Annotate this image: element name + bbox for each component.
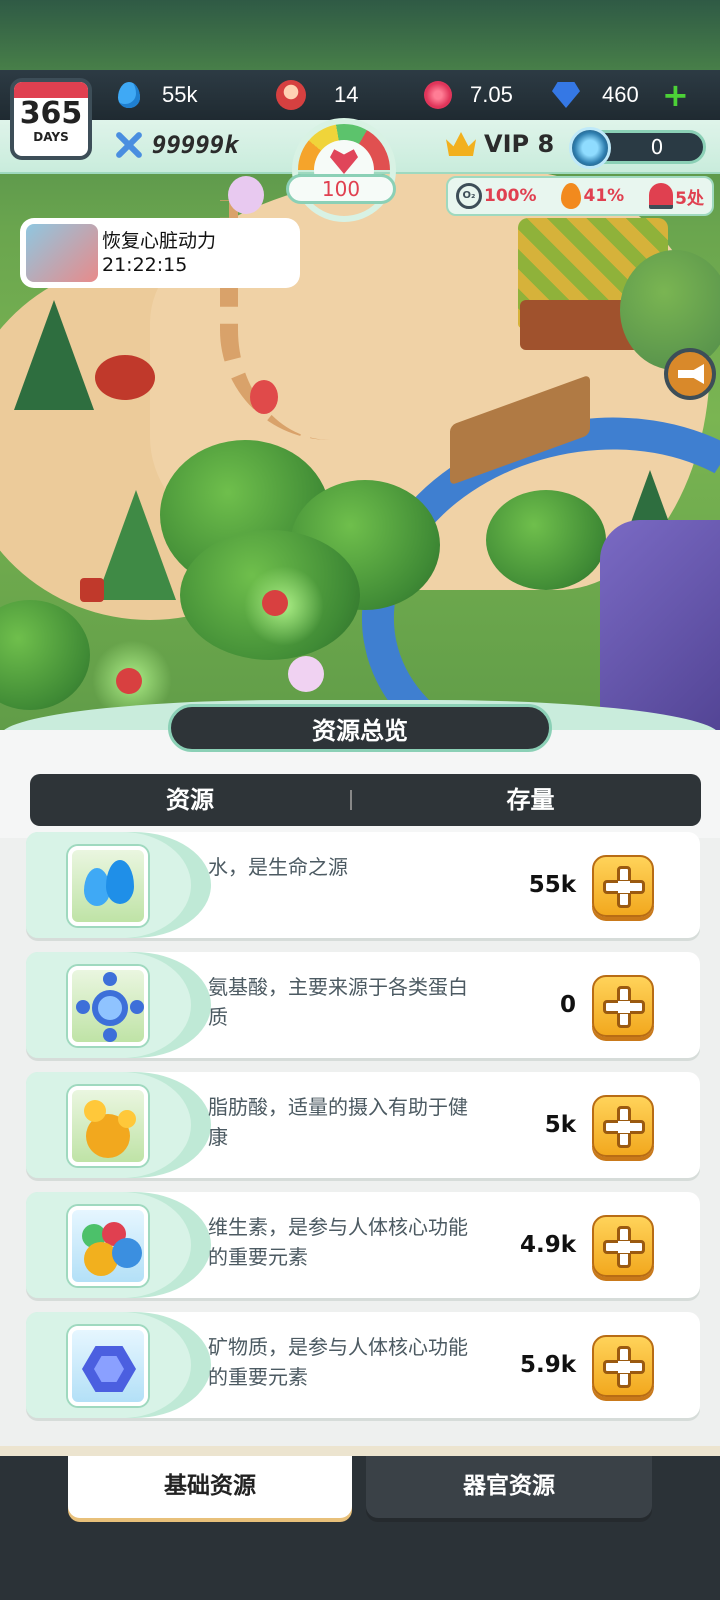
mineral-icon bbox=[68, 1326, 148, 1406]
timer-value: 0 bbox=[650, 135, 664, 159]
add-fatty-acid-button[interactable] bbox=[592, 1095, 654, 1157]
resource-description: 脂肪酸，适量的摄入有助于健康 bbox=[208, 1095, 468, 1149]
watch-tower[interactable] bbox=[116, 668, 142, 694]
hero-counter[interactable]: 14 bbox=[276, 78, 358, 112]
purple-hair-character[interactable] bbox=[228, 176, 264, 214]
crown-icon bbox=[446, 132, 476, 156]
horn-icon bbox=[678, 364, 704, 384]
resource-amount: 0 bbox=[559, 992, 576, 1018]
hero-portrait-icon bbox=[276, 80, 306, 110]
resource-amount: 55k bbox=[528, 872, 576, 898]
berry-value: 7.05 bbox=[470, 82, 513, 107]
fire-stat: 41% bbox=[561, 183, 624, 209]
oxygen-stat: O₂ 100% bbox=[456, 183, 537, 209]
task-bubble[interactable]: 恢复心脏动力 21:22:15 bbox=[20, 218, 300, 288]
resource-amount: 5.9k bbox=[519, 1352, 576, 1378]
gem-counter[interactable]: 460 bbox=[552, 78, 639, 112]
heart-organ-icon bbox=[26, 224, 98, 282]
watch-tower[interactable] bbox=[262, 590, 288, 616]
resource-row-fatty-acid: 脂肪酸，适量的摄入有助于健康 5k bbox=[26, 1072, 700, 1178]
calendar-number: 365 bbox=[19, 96, 83, 131]
alert-stat: 5处 bbox=[649, 183, 704, 209]
oxygen-icon: O₂ bbox=[456, 183, 482, 209]
task-title: 恢复心脏动力 bbox=[102, 230, 217, 252]
combat-power[interactable]: 99999k bbox=[112, 128, 239, 162]
amino-acid-icon bbox=[68, 966, 148, 1046]
resource-description: 维生素，是参与人体核心功能的重要元素 bbox=[208, 1215, 468, 1269]
column-stock: 存量 bbox=[506, 786, 555, 814]
mailbox[interactable] bbox=[80, 578, 104, 602]
vip-label: VIP 8 bbox=[484, 130, 555, 158]
pine-tree bbox=[14, 300, 94, 410]
tree bbox=[486, 490, 606, 590]
siren-icon bbox=[649, 183, 674, 209]
resource-description: 矿物质，是参与人体核心功能的重要元素 bbox=[208, 1335, 468, 1389]
plus-icon: + bbox=[662, 76, 689, 114]
berry-counter[interactable]: 7.05 bbox=[424, 78, 513, 112]
resource-row-amino-acid: 氨基酸，主要来源于各类蛋白质 0 bbox=[26, 952, 700, 1058]
resource-row-mineral: 矿物质，是参与人体核心功能的重要元素 5.9k bbox=[26, 1312, 700, 1418]
oxygen-value: 100% bbox=[484, 186, 537, 206]
energy-timer[interactable]: 0 bbox=[569, 127, 706, 169]
fire-value: 41% bbox=[583, 186, 625, 206]
fatty-acid-icon bbox=[68, 1086, 148, 1166]
berry-icon bbox=[424, 81, 452, 109]
announcement-horn-button[interactable] bbox=[664, 348, 716, 400]
column-resource: 资源 bbox=[166, 786, 214, 814]
berry-cart[interactable] bbox=[95, 355, 155, 400]
tab-organ-resources[interactable]: 器官资源 bbox=[366, 1456, 652, 1518]
resource-bar: 55k 14 7.05 460 + bbox=[0, 70, 720, 120]
vip-badge[interactable]: VIP 8 bbox=[446, 130, 554, 158]
vitamin-icon bbox=[68, 1206, 148, 1286]
add-gems-button[interactable]: + bbox=[662, 78, 689, 112]
status-indicators[interactable]: O₂ 100% 41% 5处 bbox=[446, 176, 714, 216]
heart-gauge-value: 100 bbox=[286, 174, 396, 204]
resource-description: 水，是生命之源 bbox=[208, 855, 348, 879]
task-countdown: 21:22:15 bbox=[102, 254, 188, 276]
combat-power-value: 99999k bbox=[152, 131, 239, 159]
tab-basic-resources[interactable]: 基础资源 bbox=[68, 1456, 352, 1518]
resource-amount: 5k bbox=[544, 1112, 576, 1138]
water-value: 55k bbox=[162, 82, 198, 107]
tree bbox=[0, 600, 90, 710]
calendar-365-days-button[interactable]: 365 DAYS bbox=[10, 78, 92, 160]
resource-row-vitamin: 维生素，是参与人体核心功能的重要元素 4.9k bbox=[26, 1192, 700, 1298]
crossed-swords-icon bbox=[112, 128, 146, 162]
water-counter[interactable]: 55k bbox=[118, 78, 197, 112]
add-mineral-button[interactable] bbox=[592, 1335, 654, 1397]
red-hair-character[interactable] bbox=[250, 380, 278, 414]
add-amino-acid-button[interactable] bbox=[592, 975, 654, 1037]
add-water-button[interactable] bbox=[592, 855, 654, 917]
resource-list[interactable]: 水，是生命之源 55k 氨基酸，主要来源于各类蛋白质 0 脂肪酸，适量的摄入有助… bbox=[0, 832, 720, 1448]
pink-hair-character[interactable] bbox=[288, 656, 324, 692]
purple-building[interactable] bbox=[600, 520, 720, 740]
tab-bar-border bbox=[0, 1446, 720, 1456]
calendar-unit: DAYS bbox=[33, 130, 69, 144]
panel-title: 资源总览 bbox=[168, 704, 552, 752]
fire-icon bbox=[561, 183, 582, 209]
gem-value: 460 bbox=[602, 82, 639, 107]
resource-row-water: 水，是生命之源 55k bbox=[26, 832, 700, 938]
add-vitamin-button[interactable] bbox=[592, 1215, 654, 1277]
water-drops-icon bbox=[68, 846, 148, 926]
hero-value: 14 bbox=[334, 82, 359, 107]
diamond-icon bbox=[552, 82, 580, 108]
resource-description: 氨基酸，主要来源于各类蛋白质 bbox=[208, 975, 468, 1029]
water-drop-icon bbox=[118, 82, 140, 108]
alert-value: 5处 bbox=[675, 188, 704, 209]
column-divider bbox=[350, 790, 352, 810]
table-header: 资源 存量 bbox=[30, 774, 701, 826]
clock-icon bbox=[569, 127, 611, 169]
resource-amount: 4.9k bbox=[519, 1232, 576, 1258]
